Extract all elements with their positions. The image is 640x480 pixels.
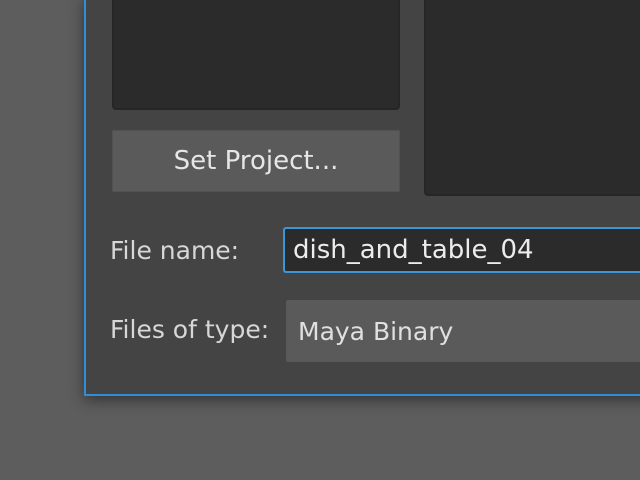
files-of-type-label: Files of type:	[110, 315, 270, 344]
save-file-dialog: Set Project... File name: dish_and_table…	[84, 0, 640, 396]
file-browser-panel[interactable]	[424, 0, 640, 196]
set-project-button-label: Set Project...	[173, 146, 339, 176]
set-project-button[interactable]: Set Project...	[112, 130, 400, 192]
file-name-label: File name:	[110, 236, 240, 265]
files-of-type-select[interactable]: Maya Binary	[286, 300, 640, 362]
file-name-input[interactable]: dish_and_table_04	[283, 227, 640, 273]
file-name-value: dish_and_table_04	[293, 235, 534, 265]
project-workspace-panel[interactable]	[112, 0, 400, 110]
desktop-background: Set Project... File name: dish_and_table…	[0, 0, 640, 480]
files-of-type-value: Maya Binary	[298, 316, 454, 346]
